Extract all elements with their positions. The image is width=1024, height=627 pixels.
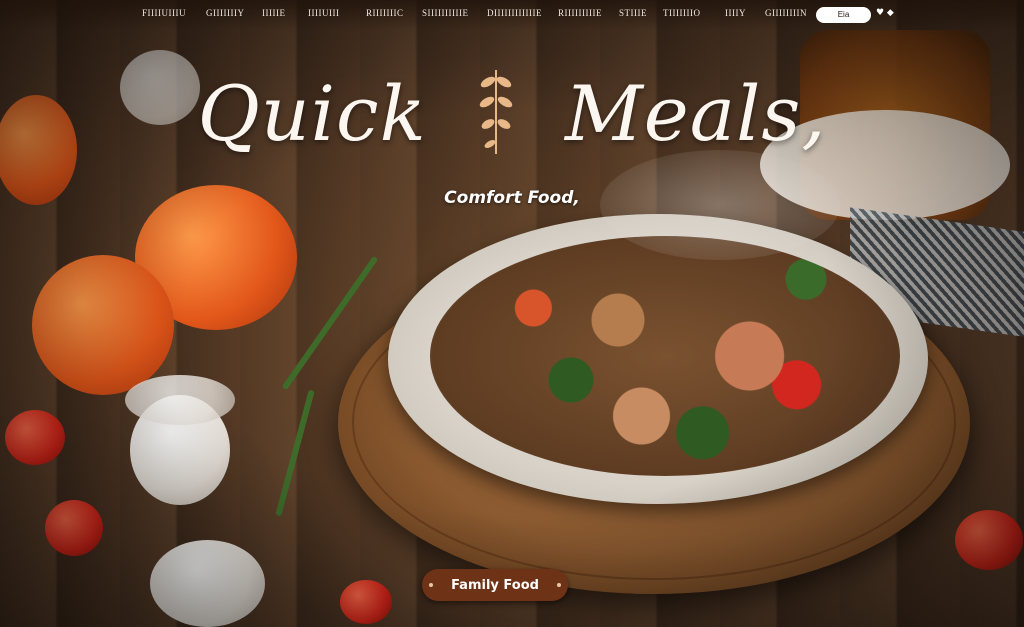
nav-item[interactable]: TIIIIIIIO [663,8,700,18]
hero-title: Quick Meals, [0,62,1024,158]
family-food-tag[interactable]: Family Food [422,569,568,601]
nav-extra-icons[interactable]: ♥ ◆ [876,8,894,18]
nav-item[interactable]: STIIIE [619,8,647,18]
leaf-sprig-icon [479,70,513,154]
nav-item[interactable]: SIIIIIIIIIIE [422,8,468,18]
tag-label: Family Food [451,577,539,593]
nav-item[interactable]: IIIIY [725,8,746,18]
top-nav-bar: FIIIIUIIIU GIIIIIIIY IIIIIE IIIIUIII RIIIIII… [0,0,1024,30]
nav-item[interactable]: IIIIUIII [308,8,339,18]
nav-item[interactable]: IIIIIE [262,8,285,18]
nav-item[interactable]: GIIIIIIIY [206,8,244,18]
nav-cta-button[interactable]: Eia [816,7,871,23]
nav-item[interactable]: FIIIIUIIIU [142,8,186,18]
nav-item[interactable]: DIIIIIIIIIIIIE [487,8,542,18]
hero-subtitle: Comfort Food, [444,188,580,208]
title-left: Quick [197,68,427,158]
dot-icon [429,583,434,587]
title-right: Meals, [564,68,827,158]
dot-icon [556,583,561,587]
nav-item[interactable]: RIIIIIIIIIE [558,8,602,18]
nav-item[interactable]: GIIIIIIIIN [765,8,807,18]
nav-item[interactable]: RIIIIIIIC [366,8,404,18]
